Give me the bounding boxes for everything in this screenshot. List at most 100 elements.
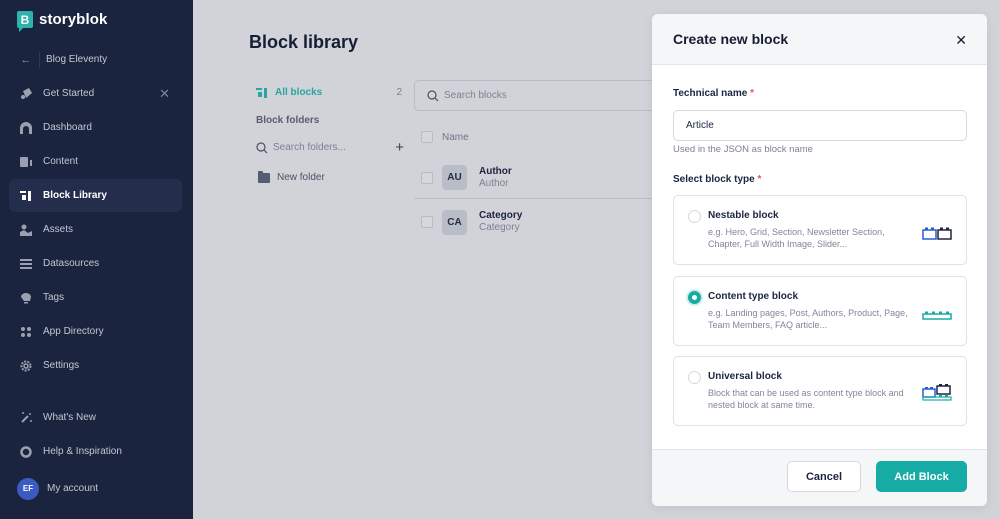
dashboard-icon [19,121,33,135]
gear-icon [19,359,33,373]
folder-name: New folder [277,172,325,183]
page-title: Block library [249,32,359,52]
sidebar-item-app-directory[interactable]: App Directory [9,315,182,348]
block-name: Category [479,210,523,221]
cancel-button[interactable]: Cancel [787,461,861,492]
block-badge: AU [442,165,467,190]
search-folders[interactable]: Search folders... + [256,139,404,156]
datasources-icon [19,257,33,271]
sidebar-item-datasources[interactable]: Datasources [9,247,182,280]
block-type-nestable[interactable]: Nestable block e.g. Hero, Grid, Section,… [673,195,967,265]
sidebar-item-label: Help & Inspiration [43,446,122,457]
rocket-icon [19,87,33,101]
content-icon [19,155,33,169]
sidebar-item-label: Content [43,156,79,167]
modal-title: Create new block [673,31,789,47]
sidebar-item-label: App Directory [43,326,104,337]
block-technical-name: Author [479,177,509,189]
content-type-block-icon [922,311,952,320]
sidebar-item-content[interactable]: Content [9,145,182,178]
radio-nestable[interactable] [688,210,701,223]
block-name: Author [479,165,512,177]
folder-all-blocks[interactable]: All blocks 2 [256,87,402,98]
table-row[interactable]: CA Category Category [414,201,674,243]
all-blocks-count: 2 [396,87,402,98]
modal-footer: Cancel Add Block [652,449,987,506]
sidebar-item-label: Tags [43,292,65,303]
technical-name-input[interactable] [673,110,967,141]
type-description: e.g. Hero, Grid, Section, Newsletter Sec… [708,227,885,249]
type-title: Nestable block [708,210,779,221]
block-type-universal[interactable]: Universal block Block that can be used a… [673,356,967,426]
sidebar-item-label: Get Started [43,88,95,99]
sidebar-item-label: What's New [43,412,97,423]
close-icon[interactable]: ✕ [955,32,967,49]
sidebar-item-account[interactable]: EF My account [9,472,182,505]
technical-name-label: Technical name * [673,88,754,99]
close-icon[interactable]: ✕ [159,86,170,102]
storyblok-logo[interactable]: B storyblok [17,11,108,32]
add-folder-button[interactable]: + [395,139,404,156]
avatar: EF [17,477,39,500]
search-folders-placeholder: Search folders... [273,142,346,153]
block-library-icon [19,189,33,203]
search-blocks-field[interactable] [414,80,674,111]
tag-icon [19,291,33,305]
sidebar-item-label: Assets [43,224,74,235]
type-title: Content type block [708,291,799,302]
all-blocks-label: All blocks [275,87,323,98]
radio-universal[interactable] [688,371,701,384]
column-name: Name [442,131,469,143]
sidebar-item-tags[interactable]: Tags [9,281,182,314]
block-type-label: Select block type * [673,174,762,185]
type-description: Block that can be used as content type b… [708,388,904,410]
select-all-checkbox[interactable] [421,131,433,143]
sidebar-item-get-started[interactable]: Get Started ✕ [9,77,182,110]
universal-block-icon [922,384,952,401]
sidebar-item-block-library[interactable]: Block Library [9,179,182,212]
sidebar-item-label: Block Library [43,190,107,201]
row-checkbox[interactable] [421,171,433,184]
nestable-block-icon [922,227,952,240]
required-mark: * [757,174,762,185]
sidebar-item-dashboard[interactable]: Dashboard [9,111,182,144]
back-to-space[interactable]: ← Blog Eleventy [9,43,182,76]
block-library-icon [256,87,267,98]
apps-icon [19,325,33,339]
table-header: Name [421,131,469,143]
add-block-button[interactable]: Add Block [876,461,967,492]
sidebar-item-assets[interactable]: Assets [9,213,182,246]
space-name: Blog Eleventy [46,54,108,65]
modal-header: Create new block ✕ [652,14,987,65]
sidebar: B storyblok ← Blog Eleventy Get Started … [0,0,193,519]
technical-name-helper: Used in the JSON as block name [673,144,813,155]
block-folders-heading: Block folders [256,115,320,126]
sidebar-item-label: Settings [43,360,80,371]
magic-wand-icon [19,411,33,425]
block-technical-name: Category [479,222,520,233]
sidebar-item-label: Datasources [43,258,100,269]
sidebar-item-label: Dashboard [43,122,92,133]
folder-icon [258,170,270,183]
folder-item[interactable]: New folder [258,170,325,183]
sidebar-item-settings[interactable]: Settings [9,349,182,382]
type-title: Universal block [708,371,782,382]
radio-content-type[interactable] [688,291,701,304]
sidebar-item-help[interactable]: Help & Inspiration [9,435,182,468]
arrow-left-icon: ← [20,53,32,66]
row-checkbox[interactable] [421,216,433,228]
search-icon [427,89,439,101]
logo-text: storyblok [39,11,108,28]
assets-icon [19,223,33,237]
type-description: e.g. Landing pages, Post, Authors, Produ… [708,308,908,330]
required-mark: * [750,88,754,99]
lifebuoy-icon [19,445,33,459]
block-badge: CA [442,209,467,235]
create-block-modal: Create new block ✕ Technical name * Used… [652,14,987,506]
sidebar-item-whats-new[interactable]: What's New [9,401,182,434]
table-row[interactable]: AU Author Author [414,157,674,199]
sidebar-item-label: My account [47,483,99,494]
divider [39,51,40,68]
search-blocks-input[interactable] [444,90,644,101]
block-type-content-type[interactable]: Content type block e.g. Landing pages, P… [673,276,967,346]
